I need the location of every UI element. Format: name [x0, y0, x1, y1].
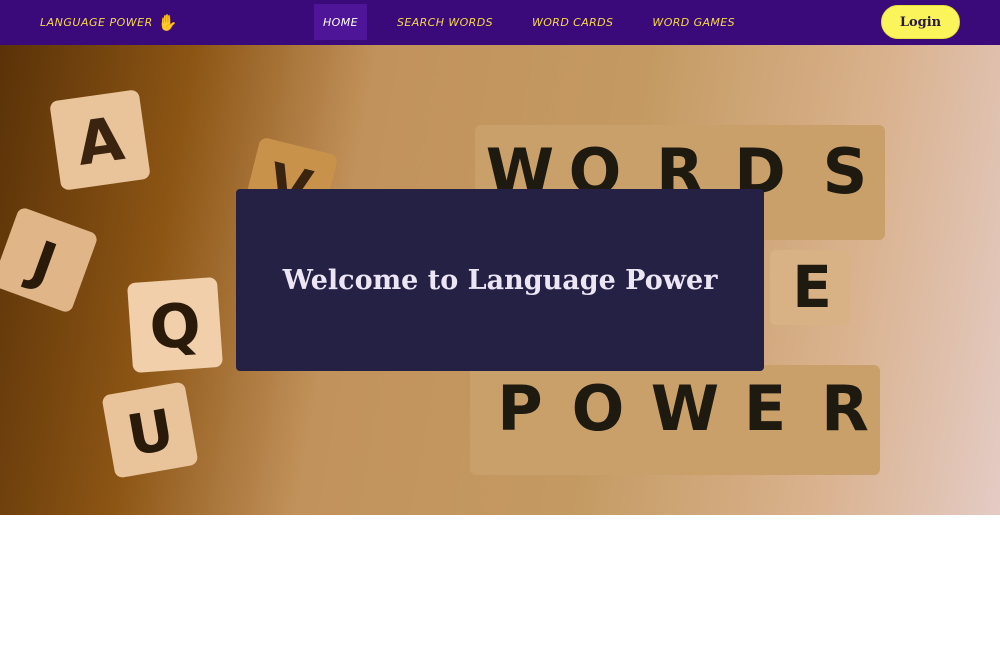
brand-link[interactable]: LANGUAGE POWER ✋	[40, 0, 178, 45]
letter-tile: J	[0, 208, 97, 312]
tile-letter: W	[651, 372, 719, 445]
tile-letter: O	[572, 372, 625, 445]
hero-banner: A V Q U J W O R D S E P O W E R Welcome …	[0, 45, 1000, 515]
nav-search-words-link[interactable]: SEARCH WORDS	[388, 4, 502, 40]
letter-tile: Q	[127, 277, 223, 373]
nav-word-cards-link[interactable]: WORD CARDS	[523, 4, 622, 40]
nav-home-link[interactable]: HOME	[314, 4, 367, 40]
tile-letter: Q	[147, 290, 203, 363]
tile-letter: P	[497, 372, 542, 445]
tile-letter: E	[792, 253, 832, 321]
welcome-panel: Welcome to Language Power	[236, 189, 764, 371]
content-area	[0, 515, 1000, 650]
brand-text: LANGUAGE POWER	[40, 16, 153, 29]
tile-letter: S	[823, 135, 868, 208]
letter-tile: U	[102, 382, 198, 478]
nav-word-games-link[interactable]: WORD GAMES	[643, 4, 744, 40]
welcome-title: Welcome to Language Power	[282, 264, 718, 296]
letter-tile: A	[50, 90, 150, 190]
waving-hand-icon: ✋	[157, 13, 179, 32]
login-button[interactable]: Login	[881, 5, 960, 39]
power-row: P O W E R	[470, 365, 880, 475]
tile-letter: E	[744, 372, 786, 445]
top-navbar: LANGUAGE POWER ✋ HOME SEARCH WORDS WORD …	[0, 0, 1000, 45]
nav-links: HOME SEARCH WORDS WORD CARDS WORD GAMES	[314, 4, 765, 40]
tile-letter: R	[821, 372, 869, 445]
letter-tile: E	[770, 250, 850, 325]
